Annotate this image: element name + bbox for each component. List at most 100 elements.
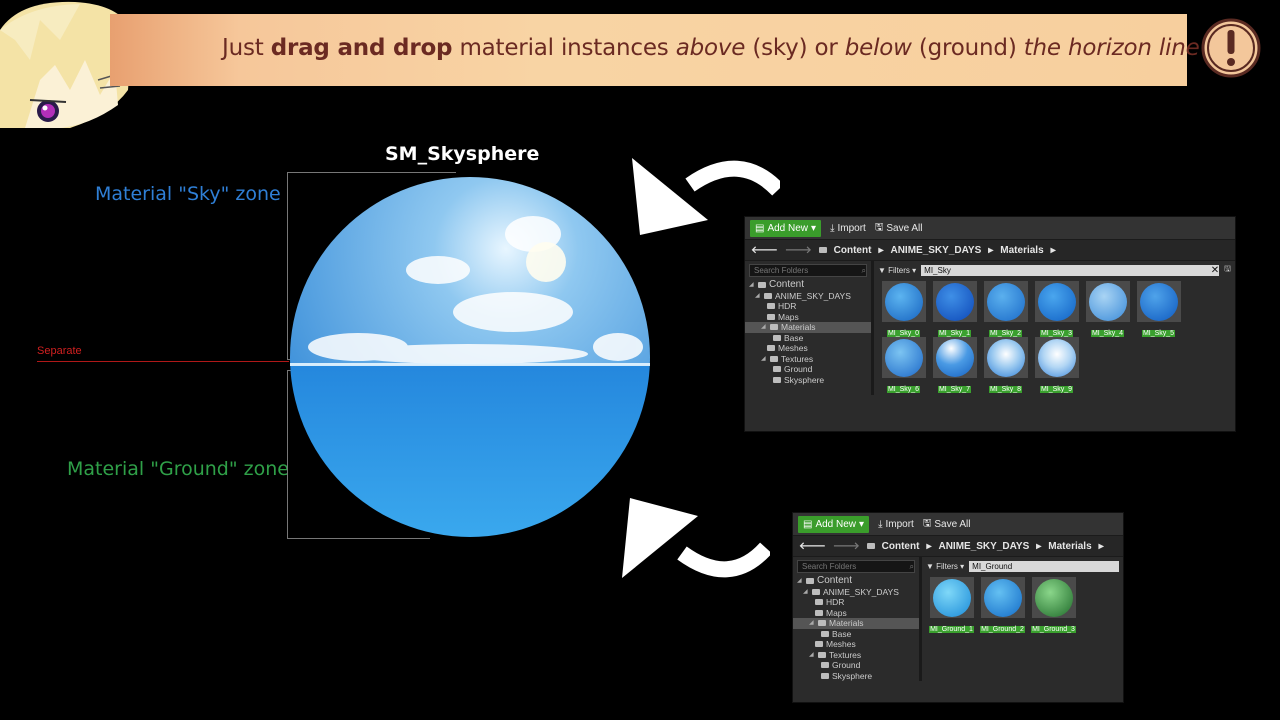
tree-item[interactable]: HDR: [793, 597, 919, 608]
material-thumbnail: [1034, 337, 1079, 378]
asset-tile[interactable]: MI_Sky_8: [980, 337, 1031, 393]
asset-tile[interactable]: MI_Sky_9: [1031, 337, 1082, 393]
back-arrow-icon[interactable]: 🡐: [751, 244, 778, 256]
search-folders-input[interactable]: Search Folders ⌕: [749, 264, 867, 277]
separator-line: [37, 361, 289, 362]
asset-tile[interactable]: MI_Sky_3: [1031, 281, 1082, 337]
tree-item[interactable]: ◢ Textures: [745, 354, 871, 365]
import-button[interactable]: ⤓ Import: [878, 519, 914, 530]
breadcrumb-item[interactable]: ANIME_SKY_DAYS: [890, 245, 981, 256]
material-thumbnail: [1136, 281, 1181, 322]
material-thumbnail: [1085, 281, 1130, 322]
save-search-icon[interactable]: 🖫: [1224, 263, 1231, 277]
breadcrumb-item[interactable]: Materials: [1000, 245, 1043, 256]
search-icon: ⌕: [909, 561, 914, 571]
breadcrumb-item[interactable]: Content: [834, 245, 872, 256]
asset-label: MI_Sky_7: [937, 386, 972, 393]
material-sphere-icon: [1088, 282, 1127, 321]
tree-item-selected[interactable]: ◢ Materials: [793, 618, 919, 629]
material-sphere-icon: [935, 338, 974, 377]
import-icon: ⤓: [830, 222, 835, 234]
asset-tile[interactable]: MI_Sky_2: [980, 281, 1031, 337]
save-all-button[interactable]: 🖫 Save All: [875, 220, 923, 237]
curved-arrow-icon: [622, 498, 770, 578]
import-button[interactable]: ⤓ Import: [830, 223, 866, 234]
material-sphere-icon: [983, 578, 1022, 617]
asset-tile[interactable]: MI_Sky_1: [929, 281, 980, 337]
exclamation-icon: [1201, 18, 1261, 78]
tree-item[interactable]: Maps: [793, 608, 919, 619]
asset-tile[interactable]: MI_Ground_2: [977, 577, 1028, 633]
tree-item[interactable]: Skysphere: [745, 375, 871, 386]
asset-tile[interactable]: MI_Ground_3: [1028, 577, 1079, 633]
asset-label: MI_Sky_0: [886, 330, 921, 337]
asset-search-input[interactable]: MI_Sky ✕: [921, 264, 1220, 276]
asset-tile[interactable]: MI_Sky_5: [1133, 281, 1184, 337]
save-all-button[interactable]: 🖫 Save All: [923, 516, 971, 533]
add-new-button[interactable]: ▤ Add New ▾: [798, 515, 870, 533]
tree-item[interactable]: Base: [745, 333, 871, 344]
tree-item[interactable]: Meshes: [793, 639, 919, 650]
tree-item-selected[interactable]: ◢ Materials: [745, 322, 871, 333]
breadcrumb: 🡐 🡒 Content ▸ ANIME_SKY_DAYS ▸ Materials ▸: [745, 240, 1235, 261]
material-thumbnail: [1034, 281, 1079, 322]
tree-item[interactable]: Skysphere: [793, 671, 919, 682]
tree-item[interactable]: Ground: [745, 364, 871, 375]
content-browser-sky: ▤ Add New ▾ ⤓ Import 🖫 Save All 🡐 🡒 Content ▸ …: [744, 216, 1236, 432]
tree-item[interactable]: Base: [793, 629, 919, 640]
material-sphere-icon: [1034, 578, 1073, 617]
tree-item[interactable]: ◢ Textures: [793, 650, 919, 661]
tree-item[interactable]: Meshes: [745, 343, 871, 354]
search-folders-input[interactable]: Search Folders ⌕: [797, 560, 915, 573]
asset-label: MI_Ground_3: [1031, 626, 1076, 633]
filters-button[interactable]: ▼ Filters ▾: [926, 562, 964, 571]
save-icon: 🖫: [922, 517, 932, 529]
folder-icon: [866, 543, 875, 549]
material-sphere-icon: [986, 338, 1025, 377]
tree-item[interactable]: Ground: [793, 660, 919, 671]
tree-item[interactable]: ◢ Content: [793, 575, 919, 587]
asset-tile[interactable]: MI_Sky_0: [878, 281, 929, 337]
asset-view: ▼ Filters ▾ MI_Ground MI_Ground_1 MI_Grou…: [922, 557, 1123, 681]
material-thumbnail: [932, 337, 977, 378]
material-sphere-icon: [1037, 282, 1076, 321]
content-browser-ground: ▤ Add New ▾ ⤓ Import 🖫 Save All 🡐 🡒 Content ▸ …: [792, 512, 1124, 703]
folder-icon: [818, 247, 827, 253]
asset-label: MI_Ground_2: [980, 626, 1025, 633]
sky-zone-label: Material "Sky" zone: [95, 183, 281, 205]
asset-label: MI_Sky_8: [988, 386, 1023, 393]
back-arrow-icon[interactable]: 🡐: [799, 540, 826, 552]
tree-item[interactable]: ◢ Content: [745, 279, 871, 291]
breadcrumb-item[interactable]: Materials: [1048, 541, 1091, 552]
import-icon: ⤓: [878, 518, 883, 530]
asset-search-input[interactable]: MI_Ground: [969, 560, 1119, 572]
forward-arrow-icon[interactable]: 🡒: [785, 244, 812, 256]
banner-italic-above: above: [675, 35, 746, 61]
filters-button[interactable]: ▼ Filters ▾: [878, 266, 916, 275]
asset-label: MI_Sky_2: [988, 330, 1023, 337]
banner-italic-horizon: the horizon line: [1023, 35, 1200, 61]
asset-label: MI_Sky_4: [1090, 330, 1125, 337]
asset-tile[interactable]: MI_Ground_1: [926, 577, 977, 633]
asset-label: MI_Sky_5: [1141, 330, 1176, 337]
folder-tree: Search Folders ⌕ ◢ Content ◢ ANIME_SKY_DAYS…: [745, 261, 874, 395]
asset-tile[interactable]: MI_Sky_7: [929, 337, 980, 393]
asset-tile[interactable]: MI_Sky_6: [878, 337, 929, 393]
material-sphere-icon: [1139, 282, 1178, 321]
breadcrumb-item[interactable]: ANIME_SKY_DAYS: [938, 541, 1029, 552]
material-sphere-icon: [884, 338, 923, 377]
browser-toolbar: ▤ Add New ▾ ⤓ Import 🖫 Save All: [745, 217, 1235, 240]
save-icon: 🖫: [874, 221, 884, 233]
tree-item[interactable]: ◢ ANIME_SKY_DAYS: [745, 291, 871, 302]
tree-item[interactable]: HDR: [745, 301, 871, 312]
material-thumbnail: [980, 577, 1025, 618]
asset-tile[interactable]: MI_Sky_4: [1082, 281, 1133, 337]
forward-arrow-icon[interactable]: 🡒: [833, 540, 860, 552]
asset-label: MI_Sky_1: [937, 330, 972, 337]
breadcrumb-item[interactable]: Content: [882, 541, 920, 552]
skysphere-preview: [290, 177, 650, 537]
tree-item[interactable]: ◢ ANIME_SKY_DAYS: [793, 587, 919, 598]
asset-label: MI_Sky_3: [1039, 330, 1074, 337]
add-new-button[interactable]: ▤ Add New ▾: [750, 219, 822, 237]
tree-item[interactable]: Maps: [745, 312, 871, 323]
